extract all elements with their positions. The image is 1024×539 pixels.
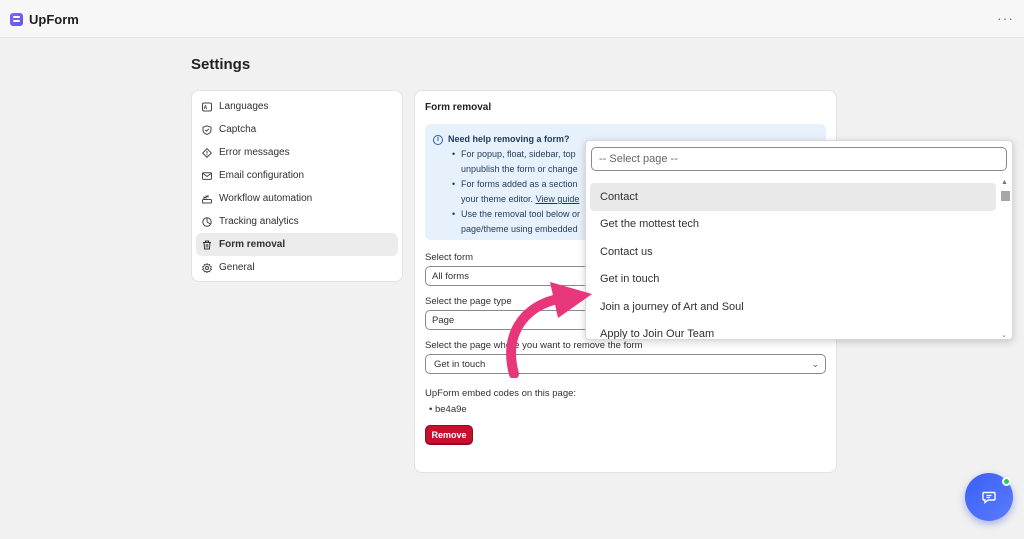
warning-diamond-icon	[202, 147, 212, 158]
view-guide-link[interactable]: View guide	[536, 194, 580, 204]
banner-text: your theme editor.	[461, 194, 534, 204]
sidebar-item-label: Captcha	[219, 124, 257, 135]
online-status-dot	[1002, 477, 1011, 486]
banner-heading-text: Need help removing a form?	[448, 134, 570, 144]
chat-icon	[982, 491, 996, 504]
target-page-label: Select the page where you want to remove…	[425, 340, 643, 351]
scrollbar-thumb[interactable]	[1001, 191, 1010, 201]
sidebar-item-form-removal[interactable]: Form removal	[196, 233, 398, 256]
more-options-icon[interactable]: ···	[997, 10, 1014, 26]
gear-icon	[202, 262, 212, 273]
shield-icon	[202, 124, 212, 135]
sidebar-item-general[interactable]: General	[196, 256, 398, 279]
section-title: Form removal	[425, 102, 492, 113]
embed-codes-label: UpForm embed codes on this page:	[425, 388, 577, 399]
upform-logo-icon	[10, 13, 23, 26]
sidebar-item-label: Workflow automation	[219, 193, 313, 204]
sidebar-item-label: Email configuration	[219, 170, 305, 181]
top-bar: UpForm ···	[0, 0, 1024, 38]
settings-sidebar: A Languages Captcha Error messages Email…	[191, 90, 403, 282]
banner-text: For forms added as a section	[461, 179, 578, 189]
sidebar-item-languages[interactable]: A Languages	[196, 95, 398, 118]
banner-text: For popup, float, sidebar, top	[461, 149, 576, 159]
app-name: UpForm	[29, 12, 79, 27]
trash-icon	[202, 240, 212, 250]
sidebar-item-workflow-automation[interactable]: Workflow automation	[196, 187, 398, 210]
sidebar-item-label: Error messages	[219, 147, 290, 158]
page-options-list: Contact Get the mottest tech Contact us …	[590, 183, 996, 339]
svg-text:A: A	[204, 105, 208, 111]
page-option[interactable]: Join a journey of Art and Soul	[590, 293, 996, 321]
sidebar-item-tracking-analytics[interactable]: Tracking analytics	[196, 210, 398, 233]
sidebar-item-email-configuration[interactable]: Email configuration	[196, 164, 398, 187]
page-select-dropdown[interactable]: -- Select page -- Contact Get the mottes…	[585, 140, 1013, 340]
embed-code: be4a9e	[434, 404, 467, 415]
info-icon: i	[433, 134, 443, 145]
target-page-value: Get in touch	[434, 358, 486, 370]
select-form-value: All forms	[432, 270, 469, 282]
analytics-icon	[202, 216, 212, 227]
sidebar-item-label: General	[219, 262, 255, 273]
chat-support-button[interactable]	[965, 473, 1013, 521]
embed-code-item: • be4a9e	[429, 404, 467, 415]
page-option[interactable]: Get in touch	[590, 266, 996, 294]
page-option[interactable]: Contact	[590, 183, 996, 211]
scroll-down-icon[interactable]: ⌄	[1001, 331, 1007, 339]
page-option[interactable]: Get the mottest tech	[590, 211, 996, 239]
page-option[interactable]: Apply to Join Our Team	[590, 321, 996, 339]
dropdown-scrollbar[interactable]: ▲ ⌄	[1000, 179, 1010, 339]
page-title: Settings	[191, 56, 251, 73]
sidebar-item-error-messages[interactable]: Error messages	[196, 141, 398, 164]
brand: UpForm	[10, 12, 79, 27]
sidebar-item-label: Form removal	[219, 239, 286, 250]
page-search-input[interactable]: -- Select page --	[591, 147, 1007, 171]
banner-text: page/theme using embedded	[461, 224, 578, 234]
chevron-down-icon: ⌄	[811, 358, 819, 369]
page-type-value: Page	[432, 314, 455, 326]
target-page-dropdown[interactable]: Get in touch ⌄	[425, 354, 826, 374]
sidebar-item-label: Languages	[219, 101, 269, 112]
remove-button[interactable]: Remove	[425, 425, 473, 445]
language-icon: A	[202, 102, 212, 112]
envelope-icon	[202, 171, 212, 181]
scroll-up-icon[interactable]: ▲	[1001, 179, 1008, 186]
banner-text: Use the removal tool below or	[461, 209, 581, 219]
banner-text: unpublish the form or change	[461, 164, 578, 174]
workflow-icon	[202, 194, 212, 204]
sidebar-item-captcha[interactable]: Captcha	[196, 118, 398, 141]
page-option[interactable]: Contact us	[590, 238, 996, 266]
sidebar-item-label: Tracking analytics	[219, 216, 299, 227]
